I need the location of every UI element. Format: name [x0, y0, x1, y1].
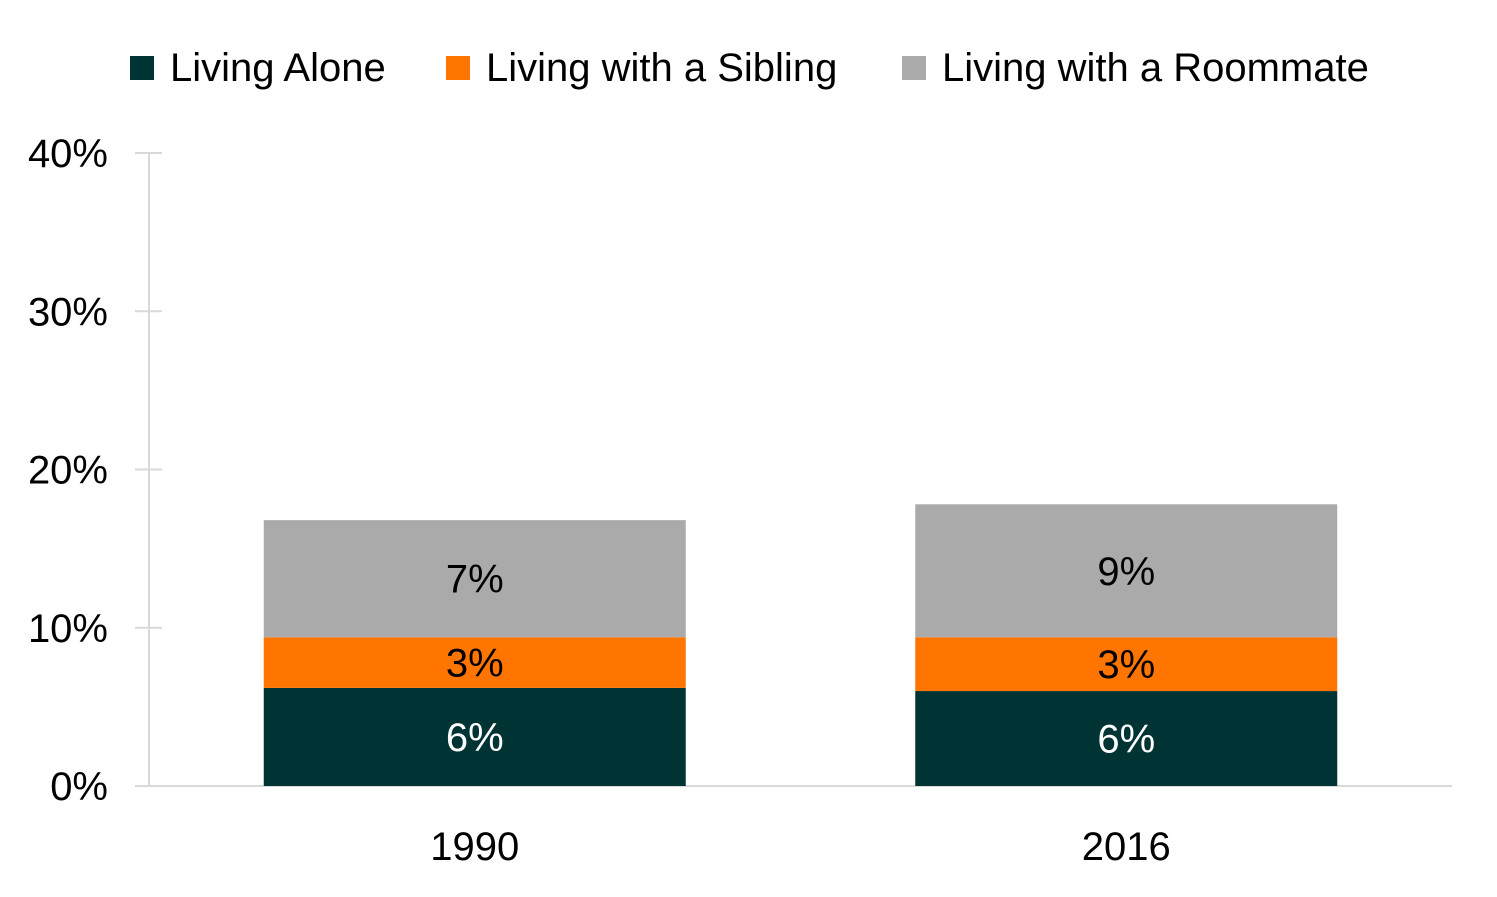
- data-label: 7%: [446, 558, 504, 602]
- data-label: 3%: [1097, 643, 1155, 687]
- data-label: 6%: [446, 716, 504, 760]
- x-tick-label: 1990: [430, 825, 519, 869]
- data-label: 9%: [1097, 550, 1155, 594]
- y-tick-label: 40%: [28, 132, 108, 176]
- bars: [263, 504, 1338, 786]
- y-tick-label: 0%: [50, 765, 108, 809]
- x-tick-label: 2016: [1082, 825, 1171, 869]
- data-label: 3%: [446, 642, 504, 686]
- y-tick-label: 10%: [28, 607, 108, 651]
- y-tick-label: 20%: [28, 449, 108, 493]
- stacked-bar-chart: 0% 10% 20% 30% 40% 1990 2016 6% 3% 7% 6% 3% 9%: [28, 132, 1452, 869]
- data-label: 6%: [1097, 718, 1155, 762]
- y-tick-label: 30%: [28, 290, 108, 334]
